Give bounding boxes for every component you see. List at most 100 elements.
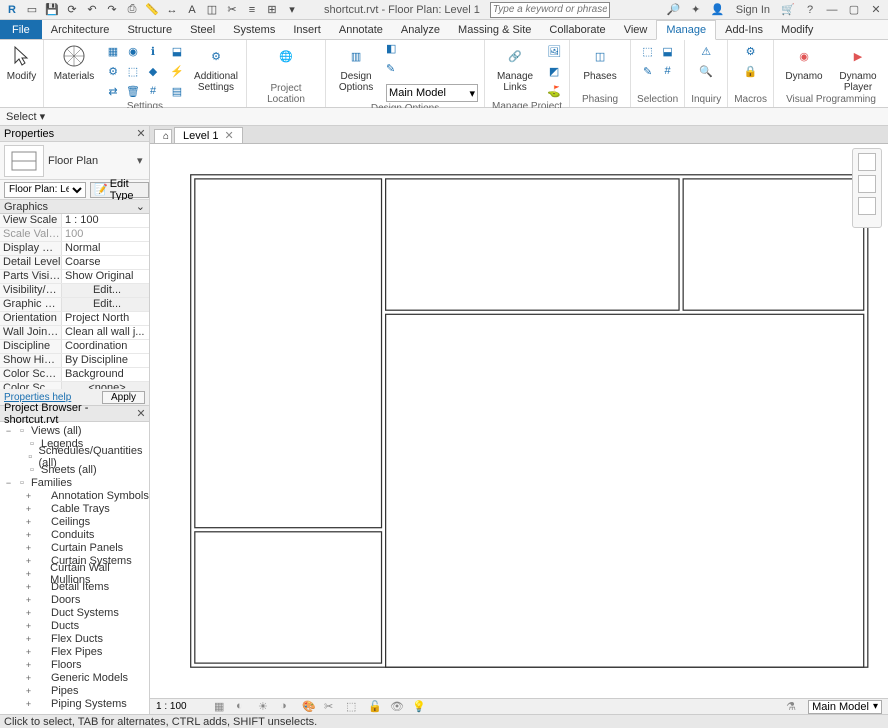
tab-collaborate[interactable]: Collaborate bbox=[540, 20, 614, 39]
tree-node[interactable]: +Conduits bbox=[0, 528, 149, 541]
tree-node[interactable]: ▫Schedules/Quantities (all) bbox=[0, 450, 149, 463]
tab-file[interactable]: File bbox=[0, 20, 42, 39]
save-icon[interactable]: 💾 bbox=[44, 2, 60, 18]
tab-analyze[interactable]: Analyze bbox=[392, 20, 449, 39]
macro-sec-icon[interactable]: 🔒 bbox=[742, 62, 760, 80]
expand-icon[interactable]: + bbox=[24, 530, 33, 540]
filter-icon[interactable]: ⚗ bbox=[786, 700, 800, 714]
prop-row[interactable]: Visibility/Grap...Edit... bbox=[0, 284, 149, 298]
prop-value[interactable]: Show Original bbox=[62, 270, 149, 283]
minimize-icon[interactable]: — bbox=[824, 2, 840, 18]
canvas[interactable] bbox=[150, 144, 888, 698]
help-icon[interactable]: ? bbox=[802, 2, 818, 18]
default3d-icon[interactable]: ◫ bbox=[204, 2, 220, 18]
prop-row[interactable]: Wall Join Disp...Clean all wall j... bbox=[0, 326, 149, 340]
properties-filter-select[interactable]: Floor Plan: Level 1 bbox=[4, 182, 86, 198]
expand-icon[interactable]: + bbox=[24, 686, 33, 696]
prop-row[interactable]: Color Scheme<none> bbox=[0, 382, 149, 389]
search-input[interactable] bbox=[490, 2, 610, 18]
manage-images-icon[interactable]: 🖼 bbox=[545, 42, 563, 60]
prop-value[interactable]: Normal bbox=[62, 242, 149, 255]
dynamo-button[interactable]: ◉Dynamo bbox=[780, 42, 828, 82]
expand-icon[interactable]: + bbox=[24, 608, 33, 618]
prop-row[interactable]: Color Scheme...Background bbox=[0, 368, 149, 382]
expand-icon[interactable]: + bbox=[24, 647, 33, 657]
prop-value[interactable]: Project North bbox=[62, 312, 149, 325]
type-selector[interactable]: Floor Plan ▾ bbox=[0, 142, 149, 180]
expand-icon[interactable]: + bbox=[24, 504, 33, 514]
select-dropdown[interactable]: Select ▾ bbox=[6, 110, 45, 123]
crop-region-icon[interactable]: ⬚ bbox=[346, 700, 360, 714]
shadows-icon[interactable]: ◑ bbox=[280, 700, 294, 714]
global-params-icon[interactable]: ◆ bbox=[144, 62, 162, 80]
dynamo-player-button[interactable]: ▶Dynamo Player bbox=[834, 42, 882, 93]
expand-icon[interactable]: + bbox=[24, 673, 33, 683]
tab-modify[interactable]: Modify bbox=[772, 20, 822, 39]
prop-row[interactable]: OrientationProject North bbox=[0, 312, 149, 326]
open-icon[interactable]: ▭ bbox=[24, 2, 40, 18]
tree-node[interactable]: +Curtain Panels bbox=[0, 541, 149, 554]
expand-icon[interactable]: + bbox=[24, 517, 33, 527]
redo-icon[interactable]: ↷ bbox=[104, 2, 120, 18]
manage-links-button[interactable]: 🔗 Manage Links bbox=[491, 42, 539, 93]
expand-icon[interactable]: + bbox=[24, 621, 33, 631]
tree-node[interactable]: +Floors bbox=[0, 658, 149, 671]
temp-hide-icon[interactable]: 👁 bbox=[390, 700, 404, 714]
inquiry-icon-2[interactable]: 🔍 bbox=[697, 62, 715, 80]
reveal-hidden-icon[interactable]: 💡 bbox=[412, 700, 426, 714]
prop-value[interactable]: Background bbox=[62, 368, 149, 381]
expand-icon[interactable]: + bbox=[24, 634, 33, 644]
expand-icon[interactable]: + bbox=[24, 491, 33, 501]
save-selection-icon[interactable]: ⬚ bbox=[639, 42, 657, 60]
properties-category[interactable]: Graphics⌄ bbox=[0, 200, 149, 214]
document-tab[interactable]: Level 1 ✕ bbox=[174, 127, 243, 143]
materials-button[interactable]: Materials bbox=[50, 42, 98, 82]
undo-icon[interactable]: ↶ bbox=[84, 2, 100, 18]
tree-node[interactable]: +Pipes bbox=[0, 684, 149, 697]
tree-node[interactable]: +Doors bbox=[0, 593, 149, 606]
prop-row[interactable]: Detail LevelCoarse bbox=[0, 256, 149, 270]
mep-settings-icon[interactable]: ⚡ bbox=[168, 62, 186, 80]
ids-selection-icon[interactable]: # bbox=[659, 62, 677, 80]
sign-in-link[interactable]: Sign In bbox=[732, 4, 774, 16]
tree-node[interactable]: +Annotation Symbols bbox=[0, 489, 149, 502]
tree-node[interactable]: −▫Families bbox=[0, 476, 149, 489]
exchange-icon[interactable]: 🛒 bbox=[780, 2, 796, 18]
units-icon[interactable]: # bbox=[144, 82, 162, 100]
comm-icon[interactable]: ✦ bbox=[688, 2, 704, 18]
measure-icon[interactable]: 📏 bbox=[144, 2, 160, 18]
sync-icon[interactable]: ⟳ bbox=[64, 2, 80, 18]
search-box[interactable] bbox=[490, 2, 610, 18]
edit-selection-icon[interactable]: ✎ bbox=[639, 62, 657, 80]
tab-manage[interactable]: Manage bbox=[656, 20, 716, 40]
expand-icon[interactable]: + bbox=[24, 543, 33, 553]
tab-steel[interactable]: Steel bbox=[181, 20, 224, 39]
tree-node[interactable]: +Piping Systems bbox=[0, 697, 149, 710]
starting-view-icon[interactable]: ⛳ bbox=[545, 82, 563, 100]
tree-node[interactable]: +Curtain Wall Mullions bbox=[0, 567, 149, 580]
prop-value[interactable]: Coordination bbox=[62, 340, 149, 353]
prop-value[interactable]: By Discipline bbox=[62, 354, 149, 367]
tree-node[interactable]: +Flex Pipes bbox=[0, 645, 149, 658]
prop-value[interactable]: Clean all wall j... bbox=[62, 326, 149, 339]
tab-massing-site[interactable]: Massing & Site bbox=[449, 20, 540, 39]
decal-types-icon[interactable]: ◩ bbox=[545, 62, 563, 80]
shared-params-icon[interactable]: ⬚ bbox=[124, 62, 142, 80]
unlock-3d-icon[interactable]: 🔓 bbox=[368, 700, 382, 714]
tab-annotate[interactable]: Annotate bbox=[330, 20, 392, 39]
prop-value[interactable]: Edit... bbox=[62, 284, 149, 297]
prop-value[interactable]: 1 : 100 bbox=[62, 214, 149, 227]
expand-icon[interactable]: − bbox=[4, 478, 13, 488]
tree-node[interactable]: +Flex Ducts bbox=[0, 632, 149, 645]
browser-tree[interactable]: −▫Views (all)▫Legends▫Schedules/Quantiti… bbox=[0, 422, 149, 714]
location-button[interactable]: 🌐 bbox=[262, 42, 310, 82]
view-scale[interactable]: 1 : 100 bbox=[156, 701, 206, 712]
tree-node[interactable]: +Duct Systems bbox=[0, 606, 149, 619]
modify-button[interactable]: Modify bbox=[0, 42, 46, 82]
additional-settings-button[interactable]: ⚙ Additional Settings bbox=[192, 42, 240, 93]
switch-win-icon[interactable]: ▾ bbox=[284, 2, 300, 18]
browser-close-icon[interactable]: ✕ bbox=[135, 407, 147, 420]
properties-close-icon[interactable]: ✕ bbox=[135, 127, 147, 140]
expand-icon[interactable]: − bbox=[4, 426, 13, 436]
pick-to-edit-icon[interactable]: ✎ bbox=[386, 62, 404, 80]
